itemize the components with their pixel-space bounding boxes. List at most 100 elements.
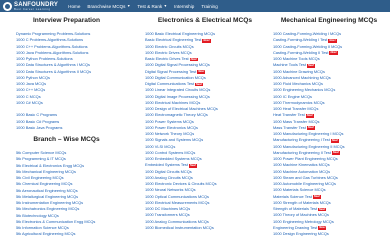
list-item-link[interactable]: Machine Tools Test	[273, 62, 306, 67]
list-item-link[interactable]: 1000 Control Systems MCQs	[145, 150, 195, 155]
list-item-link[interactable]: 1000 Engineering Metrology MCQs	[273, 219, 334, 224]
list-item-link[interactable]: 5tk Aeronautical Engineering MCQs	[16, 188, 78, 193]
list-item-link[interactable]: 1000 Engineering Mechanics MCQs	[273, 87, 335, 92]
list-item-link[interactable]: 1000 Casting-Forming-Welding II MCQs	[273, 44, 342, 49]
list-item-link[interactable]: Heat Transfer Test	[273, 112, 305, 117]
list-item-link[interactable]: 5tk Instrumentation Engineering MCQs	[16, 200, 83, 205]
list-item-link[interactable]: 1000 Machine Tools MCQs	[273, 56, 320, 61]
list-item-link[interactable]: 1000 Materials Science MCQs	[273, 187, 326, 192]
nav-item[interactable]: Test & Rank ▼	[137, 4, 167, 9]
list-item-link[interactable]: 5tk Chemical Engineering MCQs	[16, 181, 72, 186]
list-item-link[interactable]: Casting-Forming-Welding I Test	[273, 37, 327, 42]
list-item-link[interactable]: 1000 Power Systems MCQs	[145, 119, 194, 124]
list-item-link[interactable]: 1000 Electronic Devices & Circuits MCQs	[145, 181, 217, 186]
list-item-link[interactable]: 1000 Power Electronics MCQs	[145, 125, 198, 130]
list-item-link[interactable]: Manufacturing Engineering II Test	[273, 150, 331, 155]
list-item-link[interactable]: 1000 Basic Electrical Engineering MCQs	[145, 31, 215, 36]
list-item-link[interactable]: 1000 C++ MCQs	[16, 87, 45, 92]
list-item-link[interactable]: Basic Electric Drives Test	[145, 56, 189, 61]
list-item-link[interactable]: 1000 Java Problems-Algorithms-Solutions	[16, 50, 88, 55]
list-item-link[interactable]: 5tk Mechanical Engineering MCQs	[16, 169, 76, 174]
list-item-link[interactable]: 1000 C# MCQs	[16, 100, 43, 105]
list-item-link[interactable]: 1000 Neural Networks MCQs	[145, 187, 196, 192]
list-item-link[interactable]: Embedded Systems Test	[145, 162, 188, 167]
list-item-link[interactable]: 1000 Electrical Machines MCQs	[145, 100, 200, 105]
list-item-link[interactable]: 1000 Automobile Engineering MCQs	[273, 181, 336, 186]
list-item-link[interactable]: 1000 Basic C Programs	[16, 112, 57, 117]
list-item-link[interactable]: 5tk Metallurgical Engineering MCQs	[16, 194, 78, 199]
site-logo[interactable]: SANFOUNDRY Best Career Learning	[3, 1, 58, 11]
list-item-link[interactable]: 1000 Digital Image Processing MCQs	[145, 94, 210, 99]
list-item-link[interactable]: 1000 Thermodynamics MCQs	[273, 100, 325, 105]
list-item-link[interactable]: 5tk Biotechnology MCQs	[16, 213, 59, 218]
list-item-link[interactable]: Digital Signal Processing Test	[145, 69, 196, 74]
list-item-link[interactable]: 1000 Advanced Machining MCQs	[273, 75, 331, 80]
list-item-link[interactable]: 1000 Transformers MCQs	[145, 212, 190, 217]
list-item-link[interactable]: 1000 Electromagnetic Theory MCQs	[145, 112, 208, 117]
list-item-link[interactable]: 1000 Power Plant Engineering MCQs	[273, 156, 338, 161]
list-item-link[interactable]: 5tk Electronics & Communication Engg MCQ…	[16, 219, 95, 224]
list-item-link[interactable]: Manufacturing Engineering I Test	[273, 137, 330, 142]
list-item-link[interactable]: 1000 Strength of Materials MCQs	[273, 200, 331, 205]
list-item-link[interactable]: 5tk Agricultural Engineering MCQs	[16, 231, 75, 236]
list-item-link[interactable]: 1000 Data Structures & Algorithms II MCQ…	[16, 69, 91, 74]
list-item-link[interactable]: 1000 Manufacturing Engineering I MCQs	[273, 131, 344, 136]
list-item-link[interactable]: Digital Communications Test	[145, 81, 194, 86]
list-item-link[interactable]: 1000 Analog Communications MCQs	[145, 219, 209, 224]
list-item-link[interactable]: Mass Transfer Test	[273, 125, 306, 130]
list-item-link[interactable]: 1000 Electric Circuits MCQs	[145, 44, 194, 49]
list-item-link[interactable]: Materials Science Test	[273, 194, 312, 199]
list-item-link[interactable]: 1000 Digital Signal Processing MCQs	[145, 62, 210, 67]
list-item-link[interactable]: 1000 Machine Drawing MCQs	[273, 69, 325, 74]
list-item-link[interactable]: 1000 Analog Circuits MCQs	[145, 175, 193, 180]
list-item-link[interactable]: 5tk Computer Science MCQs	[16, 150, 66, 155]
list-item-link[interactable]: 1000 Mass Transfer MCQs	[273, 119, 320, 124]
list-item-link[interactable]: 1000 IC Engine MCQs	[273, 94, 312, 99]
list-item-link[interactable]: 1000 Basic Java Programs	[16, 125, 63, 130]
nav-item[interactable]: Home	[68, 4, 80, 9]
list-item-link[interactable]: 1000 Design of Electrical Machines MCQs	[145, 106, 218, 111]
list-item-link[interactable]: 1000 Electric Drives MCQs	[145, 50, 192, 55]
list-item-link[interactable]: 1000 Network Theory MCQs	[145, 131, 194, 136]
list-item-link[interactable]: 1000 C Problems-Algorithms-Solutions	[16, 37, 83, 42]
list-item[interactable]: 1000 Basic Java Programs	[16, 125, 131, 131]
list-item-link[interactable]: 1000 Python Problems-Solutions	[16, 56, 73, 61]
list-item-link[interactable]: Strength of Materials Test	[273, 206, 317, 211]
nav-item[interactable]: Training	[201, 4, 217, 9]
list-item-link[interactable]: 5tk Programming & IT MCQs	[16, 156, 66, 161]
list-item-link[interactable]: 5tk Civil Engineering MCQs	[16, 175, 64, 180]
list-item-link[interactable]: 5tk Electrical & Electronics Engg MCQs	[16, 163, 84, 168]
list-item-link[interactable]: 1000 Heat Transfer MCQs	[273, 106, 318, 111]
list-item-link[interactable]: 1000 Data Structures & Algorithms I MCQs	[16, 62, 90, 67]
list-item-link[interactable]: 5tk Mechatronics Engineering MCQs	[16, 206, 79, 211]
list-item-link[interactable]: 1000 Basic C# Programs	[16, 119, 59, 124]
list-item-link[interactable]: 1000 Signals and Systems MCQs	[145, 137, 203, 142]
list-item-link[interactable]: 1000 Python MCQs	[16, 75, 50, 80]
list-item[interactable]: 1000 Design Engineering MCQs	[273, 231, 385, 237]
list-item-link[interactable]: 1000 Machine Automation MCQs	[273, 169, 330, 174]
nav-item[interactable]: Internship	[174, 4, 194, 9]
list-item-link[interactable]: 1000 Machine Kinematics MCQs	[273, 162, 330, 167]
list-item-link[interactable]: Engineering Drawing Test	[273, 225, 317, 230]
list-item-link[interactable]: 1000 Java MCQs	[16, 81, 46, 86]
list-item-link[interactable]: 1000 Biomedical Instrumentation MCQs	[145, 225, 214, 230]
list-item-link[interactable]: 1000 DC Machines MCQs	[145, 206, 190, 211]
list-item-link[interactable]: 1000 Digital Circuits MCQs	[145, 169, 192, 174]
list-item-link[interactable]: 1000 Fluid Mechanics MCQs	[273, 81, 323, 86]
list-item-link[interactable]: Basic Electrical Engineering Test	[145, 37, 201, 42]
list-item-link[interactable]: Casting-Forming-Welding II Test	[273, 50, 328, 55]
list-item-link[interactable]: 1000 Digital Communication MCQs	[145, 75, 206, 80]
list-item-link[interactable]: 5tk Information Science MCQs	[16, 225, 69, 230]
list-item-link[interactable]: 1000 VLSI MCQs	[145, 144, 175, 149]
list-item-link[interactable]: 1000 Embedded Systems MCQs	[145, 156, 202, 161]
list-item-link[interactable]: 1000 Manufacturing Engineering II MCQs	[273, 144, 345, 149]
list-item-link[interactable]: 1000 Linear Integrated Circuits MCQs	[145, 87, 210, 92]
list-item-link[interactable]: 1000 Design Engineering MCQs	[273, 231, 329, 236]
nav-item[interactable]: Branchwise MCQs ▼	[87, 4, 130, 9]
list-item[interactable]: 1000 Biomedical Instrumentation MCQs	[145, 225, 265, 231]
list-item-link[interactable]: 1000 Steam and Gas Turbines MCQs	[273, 175, 338, 180]
list-item-link[interactable]: 1000 Optical Communications MCQs	[145, 194, 209, 199]
list-item[interactable]: 5tk Agricultural Engineering MCQs	[16, 231, 131, 237]
list-item-link[interactable]: 1000 C++ Problems-Algorithms-Solutions	[16, 44, 88, 49]
list-item-link[interactable]: 1000 Casting-Forming-Welding I MCQs	[273, 31, 341, 36]
